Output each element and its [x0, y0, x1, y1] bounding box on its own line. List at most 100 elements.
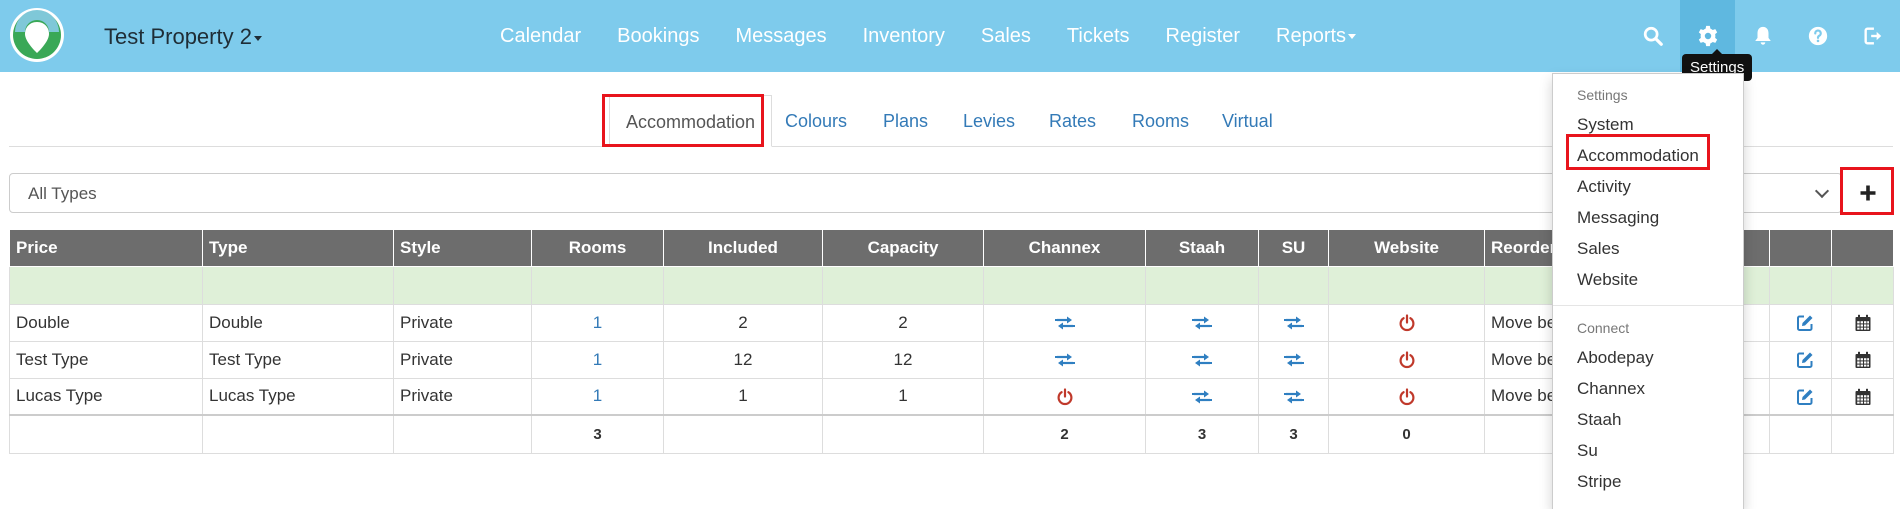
- sync-icon[interactable]: [1284, 389, 1304, 405]
- settings-dropdown-menu: Settings System Accommodation Activity M…: [1552, 73, 1744, 509]
- property-name: Test Property 2: [104, 24, 252, 49]
- col-capacity[interactable]: Capacity: [822, 230, 984, 267]
- edit-icon[interactable]: [1796, 388, 1814, 406]
- menu-header-connect: Connect: [1577, 320, 1630, 336]
- cell-capacity: 12: [822, 340, 984, 379]
- cell-capacity: 2: [822, 303, 984, 342]
- total-rooms: 3: [531, 414, 664, 454]
- add-type-button[interactable]: [1847, 172, 1889, 214]
- cell-capacity: 1: [822, 377, 984, 416]
- nav-messages[interactable]: Messages: [735, 25, 826, 48]
- total-staah: 3: [1145, 414, 1259, 454]
- type-filter-value: All Types: [28, 184, 97, 203]
- tab-rates[interactable]: Rates: [1049, 111, 1096, 132]
- bell-icon: [1754, 26, 1771, 45]
- total-channex: 2: [983, 414, 1146, 454]
- main-nav: Calendar Bookings Messages Inventory Sal…: [500, 0, 1392, 72]
- calendar-icon[interactable]: [1854, 314, 1872, 332]
- cell-type: Lucas Type: [202, 377, 394, 416]
- reorder-value: Move be: [1491, 349, 1557, 369]
- tab-rooms[interactable]: Rooms: [1132, 111, 1189, 132]
- col-style[interactable]: Style: [393, 230, 532, 267]
- caret-down-icon: [253, 35, 262, 41]
- col-calendar: [1831, 230, 1894, 267]
- sync-icon[interactable]: [1284, 352, 1304, 368]
- col-su[interactable]: SU: [1258, 230, 1329, 267]
- sync-icon[interactable]: [1192, 389, 1212, 405]
- menu-item-stripe[interactable]: Stripe: [1553, 466, 1743, 497]
- menu-divider: [1553, 305, 1743, 306]
- total-website: 0: [1328, 414, 1485, 454]
- menu-item-accommodation[interactable]: Accommodation: [1553, 140, 1743, 171]
- logout-icon: [1863, 27, 1881, 45]
- cell-price: Double: [9, 303, 203, 342]
- nav-reports-label: Reports: [1276, 24, 1347, 47]
- menu-item-messaging[interactable]: Messaging: [1553, 202, 1743, 233]
- menu-item-su[interactable]: Su: [1553, 435, 1743, 466]
- col-staah[interactable]: Staah: [1145, 230, 1259, 267]
- sync-icon[interactable]: [1192, 315, 1212, 331]
- nav-tickets[interactable]: Tickets: [1067, 25, 1130, 48]
- cell-included: 1: [663, 377, 823, 416]
- power-icon[interactable]: [1398, 351, 1416, 369]
- cell-style: Private: [393, 303, 532, 342]
- col-type[interactable]: Type: [202, 230, 394, 267]
- help-button[interactable]: [1790, 0, 1845, 72]
- power-icon[interactable]: [1398, 388, 1416, 406]
- property-switcher[interactable]: Test Property 2: [104, 24, 262, 50]
- col-channex[interactable]: Channex: [983, 230, 1146, 267]
- nav-reports[interactable]: Reports: [1276, 24, 1357, 48]
- plus-icon: [1860, 185, 1876, 201]
- reorder-value: Move be: [1491, 386, 1557, 406]
- sync-icon[interactable]: [1055, 315, 1075, 331]
- edit-icon[interactable]: [1796, 314, 1814, 332]
- col-included[interactable]: Included: [663, 230, 823, 267]
- col-website[interactable]: Website: [1328, 230, 1485, 267]
- gear-icon: [1698, 25, 1717, 47]
- search-button[interactable]: [1625, 0, 1680, 72]
- rooms-link[interactable]: 1: [593, 386, 602, 405]
- caret-down-icon: [1348, 33, 1357, 39]
- nav-sales[interactable]: Sales: [981, 25, 1031, 48]
- tab-accommodation[interactable]: Accommodation: [609, 95, 773, 147]
- tab-colours[interactable]: Colours: [785, 111, 847, 132]
- col-price[interactable]: Price: [9, 230, 203, 267]
- menu-item-activity[interactable]: Activity: [1553, 171, 1743, 202]
- logout-button[interactable]: [1845, 0, 1900, 72]
- cell-price: Lucas Type: [9, 377, 203, 416]
- rooms-link[interactable]: 1: [593, 350, 602, 369]
- tab-plans[interactable]: Plans: [883, 111, 928, 132]
- sync-icon[interactable]: [1055, 352, 1075, 368]
- menu-item-channex[interactable]: Channex: [1553, 373, 1743, 404]
- app-logo[interactable]: [9, 6, 65, 64]
- power-icon[interactable]: [1056, 388, 1074, 406]
- nav-register[interactable]: Register: [1166, 25, 1240, 48]
- menu-item-website[interactable]: Website: [1553, 264, 1743, 295]
- menu-item-sales[interactable]: Sales: [1553, 233, 1743, 264]
- nav-inventory[interactable]: Inventory: [863, 25, 945, 48]
- chevron-down-icon: [1814, 183, 1830, 199]
- cell-included: 12: [663, 340, 823, 379]
- sync-icon[interactable]: [1284, 315, 1304, 331]
- calendar-icon[interactable]: [1854, 351, 1872, 369]
- col-edit: [1769, 230, 1832, 267]
- calendar-icon[interactable]: [1854, 388, 1872, 406]
- nav-bookings[interactable]: Bookings: [617, 25, 699, 48]
- menu-item-system[interactable]: System: [1553, 109, 1743, 140]
- cell-type: Test Type: [202, 340, 394, 379]
- edit-icon[interactable]: [1796, 351, 1814, 369]
- cell-price: Test Type: [9, 340, 203, 379]
- col-rooms[interactable]: Rooms: [531, 230, 664, 267]
- tab-virtual[interactable]: Virtual: [1222, 111, 1273, 132]
- nav-calendar[interactable]: Calendar: [500, 25, 581, 48]
- power-icon[interactable]: [1398, 314, 1416, 332]
- rooms-link[interactable]: 1: [593, 313, 602, 332]
- tab-levies[interactable]: Levies: [963, 111, 1015, 132]
- sync-icon[interactable]: [1192, 352, 1212, 368]
- menu-item-abodepay[interactable]: Abodepay: [1553, 342, 1743, 373]
- menu-item-staah[interactable]: Staah: [1553, 404, 1743, 435]
- menu-header-settings: Settings: [1577, 87, 1628, 103]
- help-icon: [1808, 26, 1827, 46]
- nav-icon-group: [1625, 0, 1900, 72]
- top-navbar: Test Property 2 Calendar Bookings Messag…: [0, 0, 1900, 72]
